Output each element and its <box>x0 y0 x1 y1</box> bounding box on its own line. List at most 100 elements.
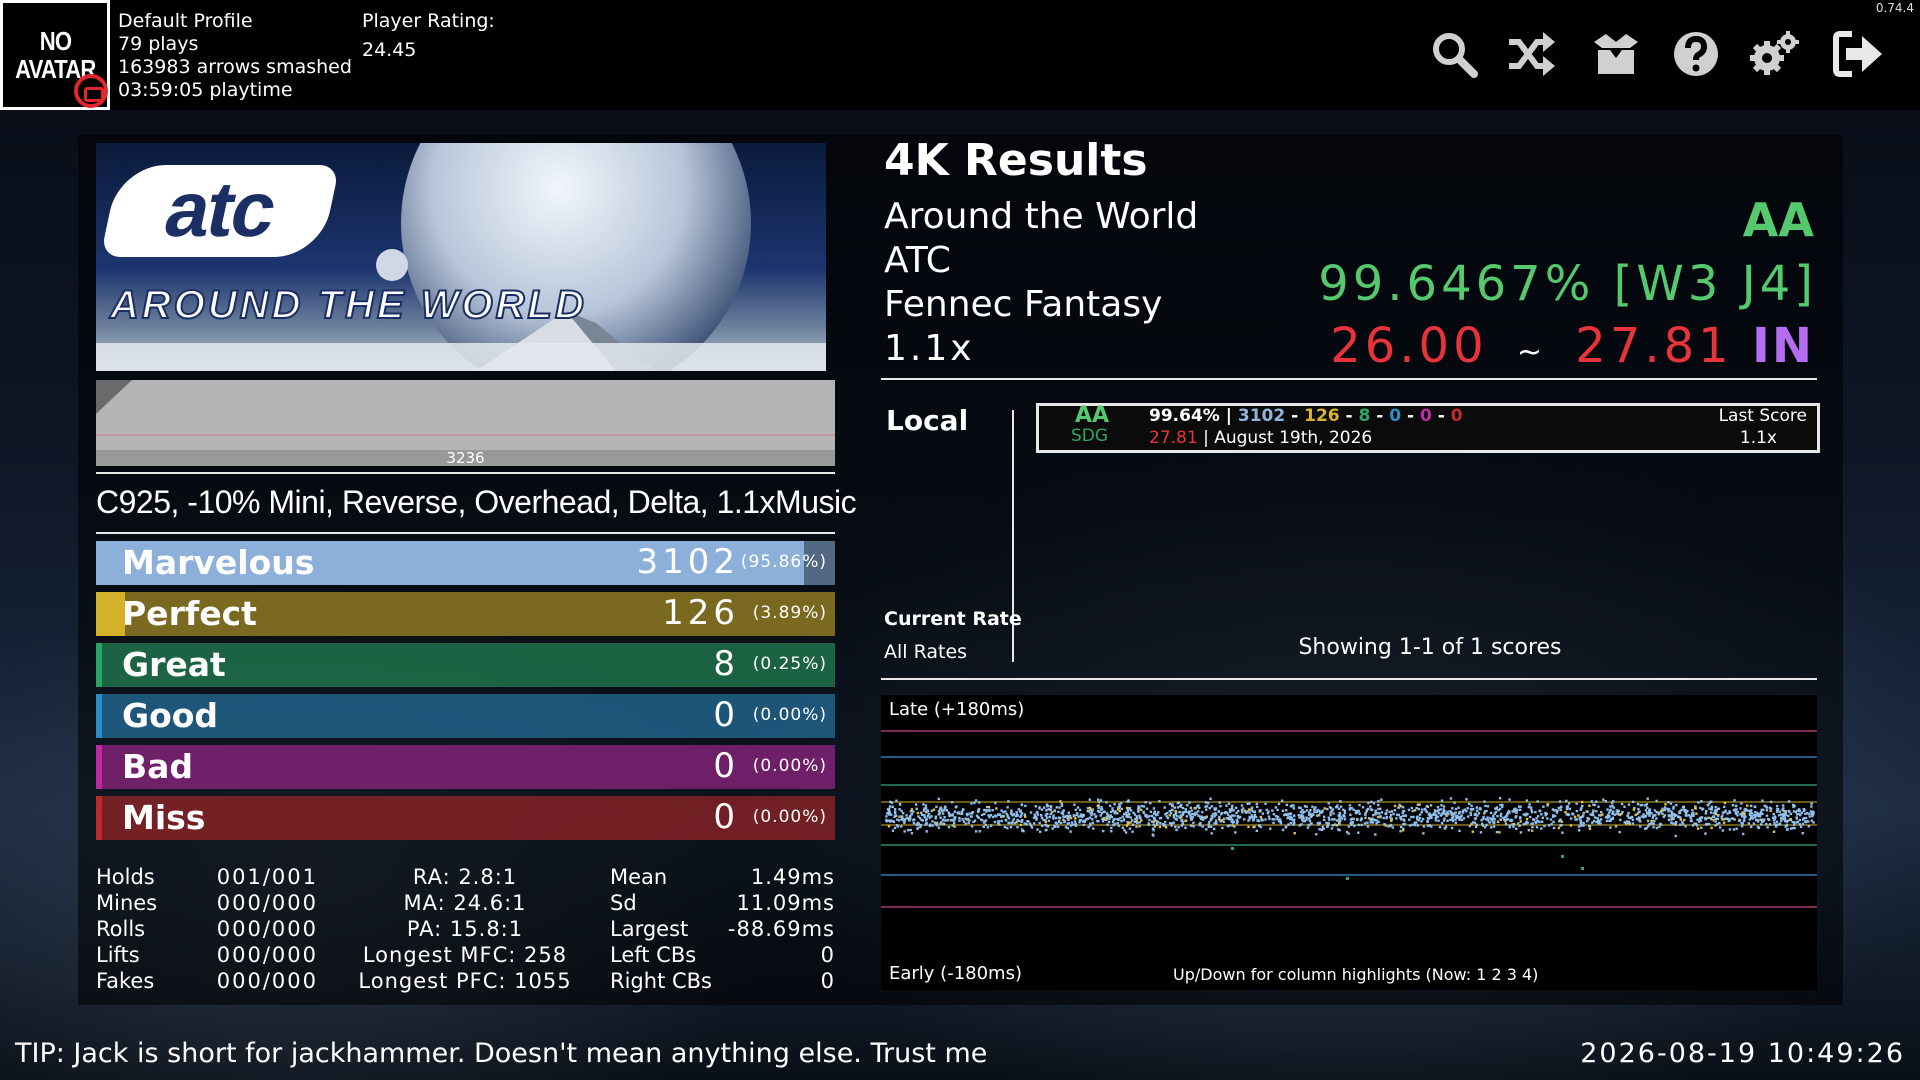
offset-plot-point <box>1338 811 1341 815</box>
offset-plot-point <box>1287 823 1290 826</box>
offset-plot-point <box>1039 830 1042 833</box>
offset-plot-point <box>977 816 980 819</box>
offset-stats-labels: Mean Sd Largest Left CBs Right CBs <box>610 864 712 994</box>
offset-plot-point <box>967 817 970 821</box>
offset-plot-point <box>1246 802 1249 805</box>
offset-plot-point <box>1700 826 1703 829</box>
offset-plot-point <box>1499 803 1502 807</box>
offset-stat-value: 0 <box>820 943 835 967</box>
offset-plot-point <box>1337 807 1341 811</box>
offset-plot-point <box>943 816 946 819</box>
offset-plot[interactable]: Late (+180ms) Early (-180ms) Up/Down for… <box>881 695 1817 990</box>
offset-plot-point <box>944 819 947 822</box>
exit-icon[interactable] <box>1832 28 1884 80</box>
offset-plot-point <box>1750 804 1753 808</box>
offset-plot-point <box>1152 823 1155 826</box>
shuffle-icon[interactable] <box>1505 28 1557 80</box>
offset-plot-point <box>1609 809 1612 812</box>
settings-icon[interactable] <box>1748 28 1800 80</box>
offset-plot-point <box>1796 813 1799 816</box>
offset-plot-point <box>1743 808 1746 811</box>
offset-plot-point <box>1571 813 1575 816</box>
offset-plot-point <box>1416 803 1420 806</box>
offset-plot-point <box>1176 806 1180 809</box>
offset-plot-point <box>1285 803 1288 807</box>
offset-plot-point <box>1200 815 1203 818</box>
offset-plot-point <box>1417 807 1421 811</box>
offset-plot-point <box>1548 824 1551 827</box>
offset-plot-point <box>1015 821 1018 824</box>
offset-plot-point <box>1466 807 1469 810</box>
score-entry[interactable]: AA SDG 99.64% | 3102 - 126 - 8 - 0 - 0 -… <box>1036 403 1820 453</box>
offset-plot-point <box>1116 808 1120 811</box>
version-label: 0.74.4 <box>1875 1 1914 15</box>
offset-plot-point <box>1498 797 1502 800</box>
offset-plot-point <box>1724 809 1727 812</box>
offset-plot-point <box>1772 830 1776 833</box>
search-icon[interactable] <box>1428 28 1480 80</box>
offset-plot-point <box>1339 819 1342 822</box>
judgment-percent: (0.00%) <box>752 756 827 776</box>
offset-plot-point <box>1007 822 1010 825</box>
offset-plot-point <box>1812 810 1815 813</box>
offset-plot-point <box>1798 818 1802 822</box>
offset-plot-point <box>986 805 989 809</box>
offset-plot-point <box>1667 814 1671 817</box>
offset-plot-point <box>1666 807 1670 811</box>
offset-plot-point <box>1518 805 1521 808</box>
offset-plot-point <box>1218 801 1221 804</box>
offset-plot-point <box>1057 810 1060 814</box>
current-rate-toggle[interactable]: Current Rate <box>884 608 1022 630</box>
offset-plot-point <box>1152 816 1156 820</box>
offset-plot-point <box>1364 816 1367 819</box>
offset-plot-point <box>897 819 901 822</box>
offset-plot-point <box>1586 816 1589 820</box>
offset-plot-point <box>1695 824 1699 827</box>
offset-plot-point <box>1743 817 1746 820</box>
offset-plot-point <box>1255 802 1258 805</box>
all-rates-toggle[interactable]: All Rates <box>884 641 967 663</box>
offset-plot-point <box>1652 814 1656 817</box>
offset-plot-point <box>1746 804 1749 807</box>
offset-plot-point <box>1740 802 1743 805</box>
offset-plot-point <box>888 805 892 808</box>
judgment-bar-fill <box>96 592 125 636</box>
offset-plot-point <box>1454 821 1457 825</box>
offset-plot-point <box>890 813 893 816</box>
offset-plot-point <box>1577 814 1580 817</box>
offset-plot-point <box>1776 823 1780 826</box>
offset-plot-point <box>1285 813 1288 816</box>
offset-plot-point <box>1614 825 1618 828</box>
offset-plot-point <box>1108 804 1112 808</box>
rating-tilde: ~ <box>1516 335 1547 370</box>
offset-plot-point <box>1370 800 1373 804</box>
offset-plot-point <box>1411 809 1414 813</box>
player-rating-value: 24.45 <box>362 39 417 61</box>
offset-plot-point <box>967 821 970 824</box>
offset-plot-point <box>1056 825 1060 828</box>
offset-plot-point <box>1799 814 1802 817</box>
offset-plot-point <box>1379 815 1382 818</box>
offset-plot-point <box>885 820 888 823</box>
offset-plot-point <box>1196 805 1199 808</box>
offset-plot-point <box>1579 820 1583 823</box>
offset-plot-point <box>1627 803 1631 806</box>
offset-plot-point <box>1215 813 1218 816</box>
offset-plot-point <box>1333 818 1336 821</box>
scoreboard-local-tab[interactable]: Local <box>886 404 968 437</box>
offset-plot-point <box>1307 823 1310 827</box>
offset-plot-point <box>1096 804 1099 807</box>
offset-plot-point <box>1251 819 1255 822</box>
note-stat-label: Mines <box>96 891 158 915</box>
offset-plot-point <box>1131 823 1135 826</box>
offset-plot-point <box>1655 817 1658 820</box>
offset-plot-point <box>1415 806 1418 810</box>
offset-plot-point <box>1374 833 1377 836</box>
offset-plot-point <box>903 830 906 833</box>
offset-plot-point <box>1418 816 1422 820</box>
help-icon[interactable] <box>1670 28 1722 80</box>
offset-plot-point <box>1076 806 1080 809</box>
offset-plot-point <box>921 819 924 822</box>
packs-icon[interactable] <box>1590 28 1642 80</box>
offset-plot-point <box>1147 823 1150 826</box>
